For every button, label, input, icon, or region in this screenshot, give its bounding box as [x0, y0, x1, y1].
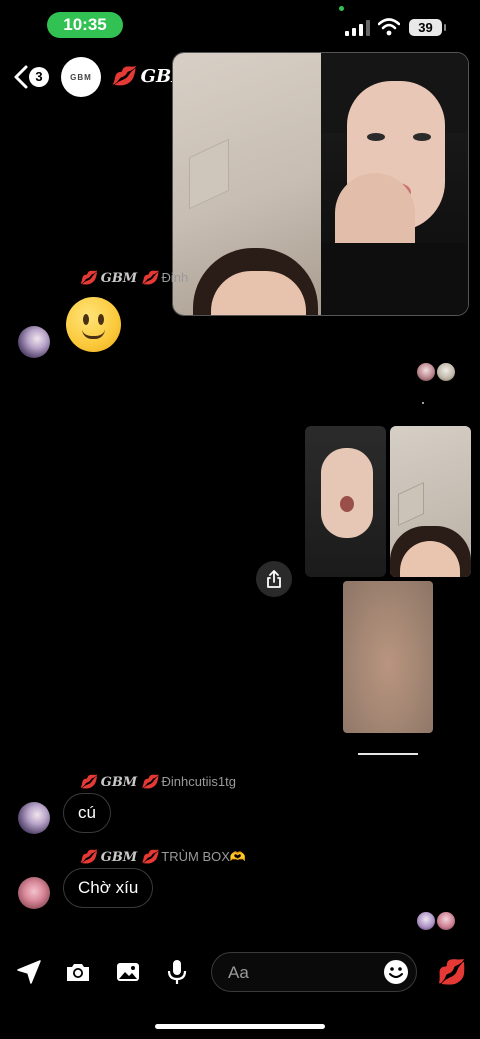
read-receipt-avatar — [417, 363, 435, 381]
battery-indicator: 39 — [409, 19, 446, 36]
shared-photo[interactable] — [343, 581, 433, 733]
group-avatar[interactable]: GBM — [61, 57, 101, 97]
share-icon — [267, 570, 281, 588]
message-input[interactable] — [228, 962, 378, 984]
media-divider — [358, 753, 418, 755]
gallery-icon[interactable] — [114, 958, 142, 986]
message-bubble[interactable]: cú — [63, 793, 111, 833]
message-sender-label: 💋 GBM 💋 TRÙM BOX🫶 — [80, 849, 246, 865]
location-arrow-icon[interactable] — [15, 958, 43, 986]
read-receipt-avatar — [437, 363, 455, 381]
call-participant-tile[interactable] — [173, 53, 321, 315]
read-receipt-avatar — [417, 912, 435, 930]
read-receipts[interactable] — [417, 912, 455, 930]
divider-dot — [422, 402, 424, 404]
camera-indicator-dot — [339, 6, 344, 11]
microphone-icon[interactable] — [163, 958, 191, 986]
sender-tag: 💋 GBM 💋 — [80, 775, 158, 790]
wifi-icon — [378, 18, 400, 36]
status-time: 10:35 — [47, 12, 123, 38]
read-receipts[interactable] — [417, 363, 455, 381]
unread-count-badge[interactable]: 3 — [29, 67, 49, 87]
sender-tag: 💋 GBM 💋 — [80, 850, 158, 865]
message-sender-label: 💋 GBM 💋 Đinhcutiis1tg — [80, 774, 236, 790]
emoji-picker-icon[interactable] — [383, 959, 409, 985]
shared-photo[interactable] — [305, 426, 386, 577]
cellular-signal-icon — [345, 20, 370, 36]
video-call-overlay[interactable] — [172, 52, 469, 316]
call-self-view-tile[interactable] — [321, 53, 468, 315]
quick-reaction-button[interactable]: 💋 — [437, 958, 467, 987]
share-button[interactable] — [256, 561, 292, 597]
sender-name: Đinh — [161, 270, 189, 285]
camera-icon[interactable] — [64, 958, 92, 986]
message-sender-label: 💋 GBM 💋 Đinh — [80, 270, 188, 286]
read-receipt-avatar — [437, 912, 455, 930]
home-indicator[interactable] — [155, 1024, 325, 1029]
sender-avatar[interactable] — [18, 802, 50, 834]
sender-name: Đinhcutiis1tg — [161, 774, 236, 789]
back-chevron-icon[interactable] — [12, 64, 30, 90]
sender-tag: 💋 GBM 💋 — [80, 271, 158, 286]
slightly-smiling-emoji-message[interactable] — [66, 297, 121, 352]
sender-avatar[interactable] — [18, 877, 50, 909]
message-bubble[interactable]: Chờ xíu — [63, 868, 154, 908]
sender-avatar[interactable] — [18, 326, 50, 358]
group-avatar-text: GBM — [70, 72, 92, 82]
shared-photo[interactable] — [390, 426, 471, 577]
sender-name: TRÙM BOX🫶 — [161, 849, 247, 864]
